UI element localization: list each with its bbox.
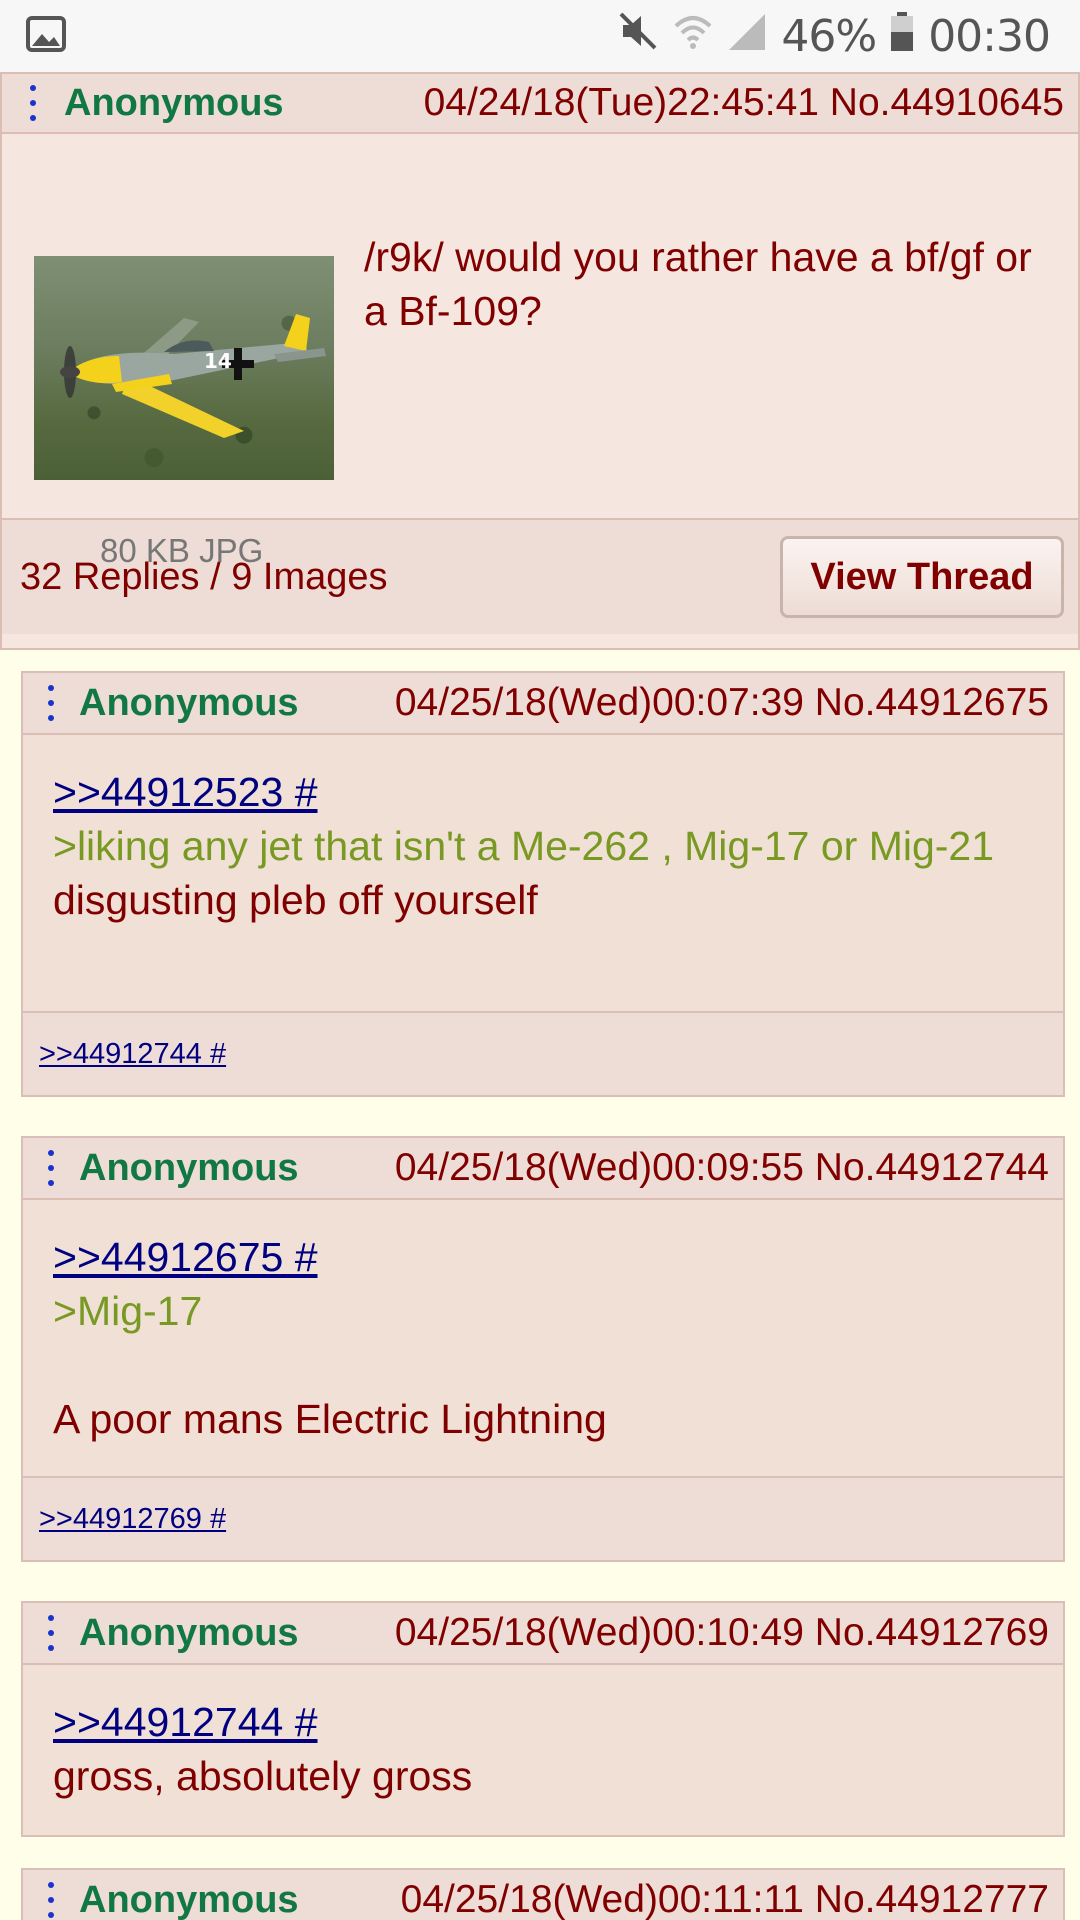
- file-info: 80 KB JPG: [100, 532, 264, 569]
- quote-link[interactable]: >>44912675 #: [53, 1230, 1033, 1284]
- op-post: Anonymous 04/24/18(Tue)22:45:41 No.44910…: [0, 72, 1080, 650]
- wifi-icon: [673, 9, 713, 63]
- post-meta[interactable]: 04/25/18(Wed)00:07:39 No.44912675: [395, 681, 1049, 725]
- mute-icon: [617, 9, 659, 63]
- post-menu-icon[interactable]: [23, 1150, 79, 1186]
- reply-post: Anonymous 04/25/18(Wed)00:09:55 No.44912…: [21, 1136, 1065, 1562]
- post-body: 14 /r9k/ would you rather have a bf/gf o…: [2, 134, 1078, 569]
- post-menu-icon[interactable]: [23, 1882, 79, 1918]
- clock: 00:30: [928, 10, 1051, 62]
- view-thread-button[interactable]: View Thread: [780, 536, 1064, 618]
- quote-link[interactable]: >>44912523 #: [53, 765, 1033, 819]
- backlink[interactable]: >>44912769 #: [39, 1503, 226, 1536]
- post-meta[interactable]: 04/25/18(Wed)00:11:11 No.44912777: [401, 1878, 1049, 1920]
- battery-icon: [890, 9, 914, 63]
- post-header: Anonymous 04/25/18(Wed)00:09:55 No.44912…: [23, 1138, 1063, 1200]
- poster-name: Anonymous: [79, 1878, 299, 1920]
- post-header: Anonymous 04/25/18(Wed)00:07:39 No.44912…: [23, 673, 1063, 735]
- svg-text:14: 14: [204, 349, 232, 373]
- post-thumbnail[interactable]: 14: [34, 256, 334, 480]
- greentext: >Mig-17: [53, 1288, 203, 1334]
- reply-post: Anonymous 04/25/18(Wed)00:11:11 No.44912…: [21, 1868, 1065, 1920]
- post-header: Anonymous 04/25/18(Wed)00:11:11 No.44912…: [23, 1870, 1063, 1920]
- battery-percent: 46%: [781, 10, 877, 62]
- post-header: Anonymous 04/25/18(Wed)00:10:49 No.44912…: [23, 1603, 1063, 1665]
- post-meta[interactable]: 04/24/18(Tue)22:45:41 No.44910645: [424, 81, 1064, 125]
- signal-icon: [727, 9, 767, 63]
- post-menu-icon[interactable]: [23, 685, 79, 721]
- backlink[interactable]: >>44912744 #: [39, 1038, 226, 1071]
- post-menu-icon[interactable]: [23, 1615, 79, 1651]
- poster-name: Anonymous: [79, 1146, 299, 1189]
- status-bar: 46% 00:30: [0, 0, 1080, 72]
- poster-name: Anonymous: [79, 1611, 299, 1654]
- airplane-image: 14: [60, 314, 326, 438]
- backlinks: >>44912744 #: [23, 1013, 1063, 1095]
- post-menu-icon[interactable]: [2, 85, 64, 121]
- image-icon: [26, 9, 66, 63]
- reply-post: Anonymous 04/25/18(Wed)00:07:39 No.44912…: [21, 671, 1065, 1097]
- post-body: >>44912523 # >liking any jet that isn't …: [23, 735, 1063, 1013]
- post-body: >>44912744 # gross, absolutely gross: [23, 1665, 1063, 1835]
- post-header: Anonymous 04/24/18(Tue)22:45:41 No.44910…: [2, 74, 1078, 134]
- backlinks: >>44912769 #: [23, 1478, 1063, 1560]
- post-text: disgusting pleb off yourself: [53, 877, 538, 923]
- post-meta[interactable]: 04/25/18(Wed)00:09:55 No.44912744: [395, 1146, 1049, 1190]
- poster-name: Anonymous: [64, 81, 284, 124]
- greentext: >liking any jet that isn't a Me-262 , Mi…: [53, 823, 995, 869]
- quote-link[interactable]: >>44912744 #: [53, 1695, 1033, 1749]
- post-text: A poor mans Electric Lightning: [53, 1396, 607, 1442]
- poster-name: Anonymous: [79, 681, 299, 724]
- post-subject: /r9k/ would you rather have a bf/gf or a…: [364, 234, 1032, 334]
- post-meta[interactable]: 04/25/18(Wed)00:10:49 No.44912769: [395, 1611, 1049, 1655]
- post-body: >>44912675 # >Mig-17 A poor mans Electri…: [23, 1200, 1063, 1478]
- reply-post: Anonymous 04/25/18(Wed)00:10:49 No.44912…: [21, 1601, 1065, 1837]
- post-text: gross, absolutely gross: [53, 1753, 473, 1799]
